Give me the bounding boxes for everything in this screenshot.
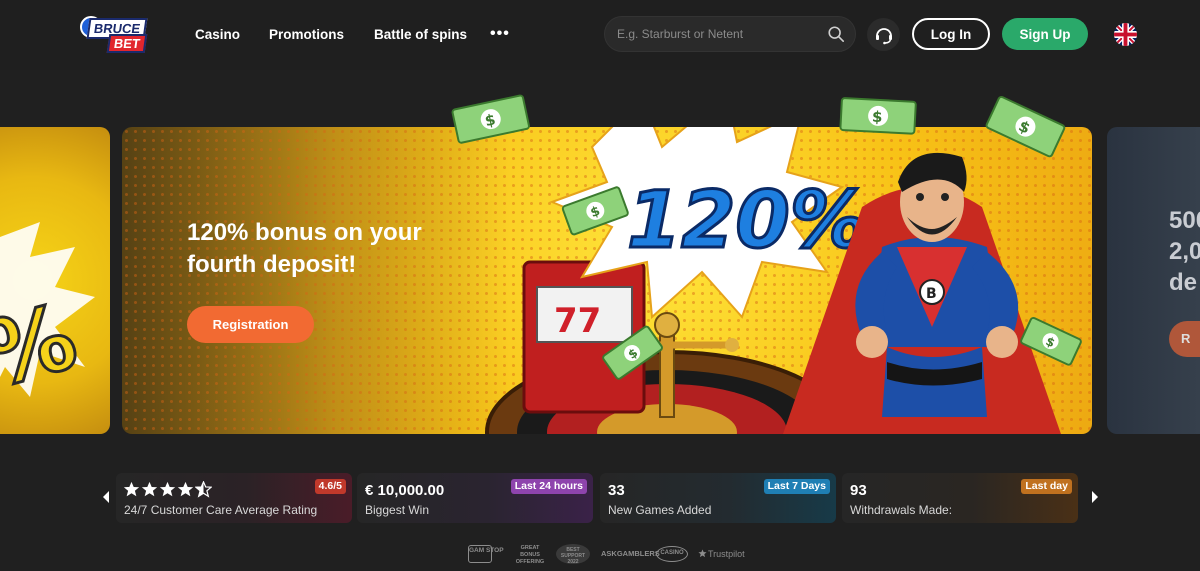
search-box <box>604 16 856 52</box>
more-menu-icon[interactable]: ••• <box>490 25 510 43</box>
casino-award-badge[interactable]: CASINO <box>656 546 688 562</box>
stat-badge: Last 24 hours <box>510 479 587 494</box>
promo-title: 120% bonus on your fourth deposit! <box>187 219 422 278</box>
hero-120-text: 120% <box>627 176 868 266</box>
stat-badge: Last day <box>1021 479 1072 494</box>
stats-next-arrow-icon[interactable] <box>1090 490 1100 504</box>
stat-card-biggest-win: € 10,000.00 Biggest Win Last 24 hours <box>357 473 593 523</box>
nav-promotions[interactable]: Promotions <box>269 27 344 42</box>
star-icon <box>123 481 140 497</box>
stat-badge: 4.6/5 <box>314 479 346 494</box>
great-bonus-badge[interactable]: GREAT BONUS OFFERING <box>510 545 550 566</box>
nav-battle-of-spins[interactable]: Battle of spins <box>374 27 467 42</box>
next-slide-line: 500 <box>1169 207 1200 234</box>
signup-button[interactable]: Sign Up <box>1002 18 1088 50</box>
stat-label: 24/7 Customer Care Average Rating <box>124 503 318 517</box>
carousel-slide-next[interactable]: 500 2,0 de R <box>1107 127 1200 434</box>
next-slide-button[interactable]: R <box>1169 321 1200 357</box>
search-input[interactable] <box>617 25 817 43</box>
stat-label: Biggest Win <box>365 503 430 517</box>
svg-text:B: B <box>926 286 937 302</box>
stats-prev-arrow-icon[interactable] <box>101 490 111 504</box>
carousel-slide-active[interactable]: 77 120% B $ $ $ 120% bonus on your fourt… <box>122 127 1092 434</box>
next-slide-line: de <box>1169 269 1198 296</box>
slot-reel-digits: 77 <box>554 301 601 341</box>
uk-flag-icon[interactable] <box>1114 23 1137 46</box>
site-header: BRUCE BET Casino Promotions Battle of sp… <box>0 0 1200 70</box>
star-icon <box>159 481 176 497</box>
login-button[interactable]: Log In <box>912 18 990 50</box>
carousel-slide-previous[interactable]: % <box>0 127 110 434</box>
star-icon <box>177 481 194 497</box>
next-slide-text: 500 2,0 de <box>1169 205 1200 298</box>
half-star-icon <box>195 481 212 498</box>
next-slide-line: 2,0 <box>1169 238 1200 265</box>
stat-card-withdrawals: 93 Withdrawals Made: Last day <box>842 473 1078 523</box>
registration-button[interactable]: Registration <box>187 306 314 343</box>
nav-casino[interactable]: Casino <box>195 27 240 42</box>
stat-card-new-games: 33 New Games Added Last 7 Days <box>600 473 836 523</box>
trustpilot-badge[interactable]: Trustpilot <box>708 549 745 559</box>
prev-slide-art: % <box>0 222 95 410</box>
stat-value: € 10,000.00 <box>365 482 445 499</box>
stat-value: 93 <box>850 482 867 499</box>
headset-icon <box>875 27 892 44</box>
rating-stars <box>123 481 212 498</box>
best-support-badge[interactable]: BEST SUPPORT 2022 <box>556 544 590 565</box>
brucebet-logo[interactable]: BRUCE BET <box>80 14 148 54</box>
gamstop-badge[interactable]: GAM STOP <box>468 545 504 563</box>
support-button[interactable] <box>867 18 900 51</box>
trustpilot-star-icon <box>698 549 707 558</box>
hero-illustration: 77 120% B $ $ $ <box>485 127 1082 434</box>
askgamblers-badge[interactable]: ASKGAMBLERS <box>601 549 660 558</box>
stat-label: Withdrawals Made: <box>850 503 953 517</box>
logo-text-bottom: BET <box>106 34 148 53</box>
stat-card-rating: 24/7 Customer Care Average Rating 4.6/5 <box>116 473 352 523</box>
stat-badge: Last 7 Days <box>763 479 830 494</box>
search-icon[interactable] <box>827 25 845 43</box>
stat-value: 33 <box>608 482 625 499</box>
svg-text:$: $ <box>872 108 883 127</box>
star-icon <box>141 481 158 497</box>
stat-label: New Games Added <box>608 503 712 517</box>
